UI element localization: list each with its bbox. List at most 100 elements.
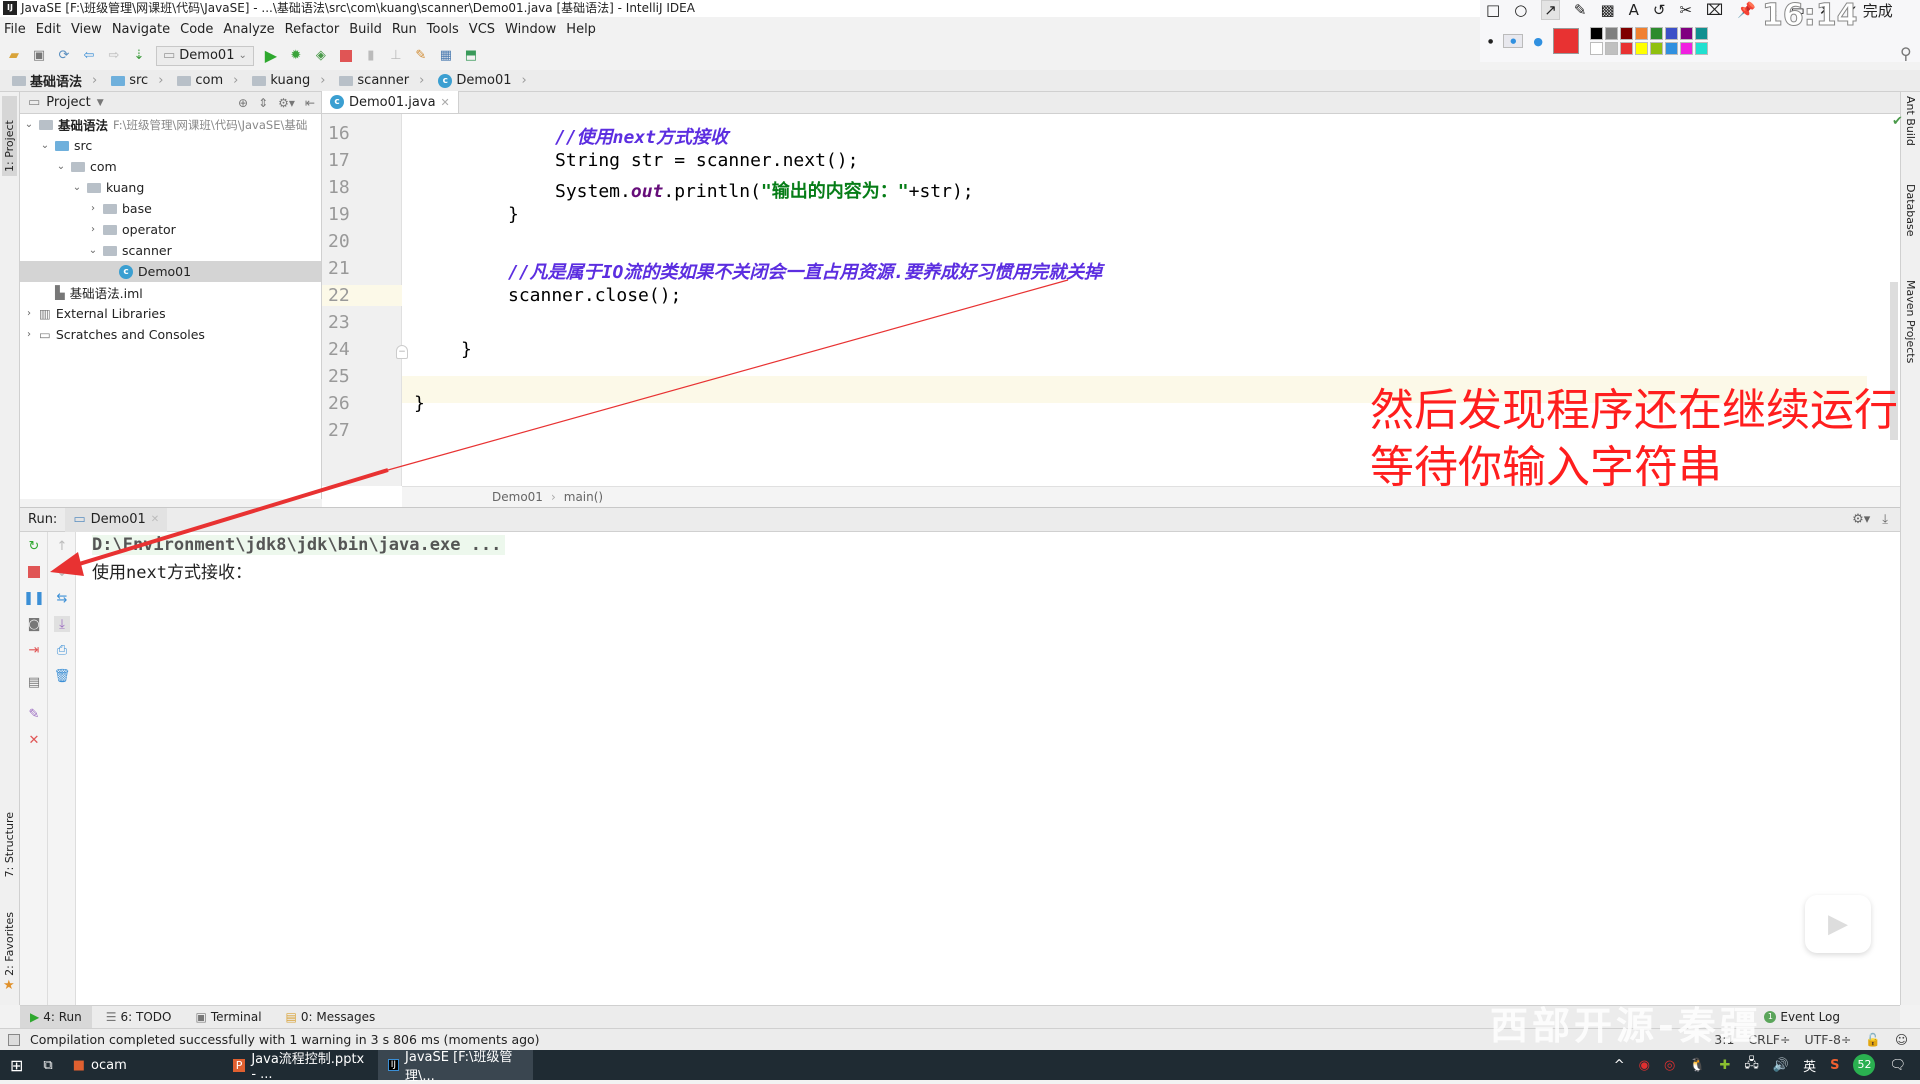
color-swatch[interactable] <box>1634 27 1648 40</box>
arrow-tool-icon[interactable]: ↗ <box>1541 0 1560 20</box>
dropdown-icon[interactable]: ▼ <box>97 98 104 108</box>
cut-icon[interactable]: ✂ <box>1679 1 1692 19</box>
menu-view[interactable]: View <box>71 22 102 37</box>
crumb-kuang[interactable]: kuang <box>248 73 333 88</box>
taskbar-item-intellij[interactable]: IJ JavaSE [F:\班级管理\... <box>377 1050 533 1084</box>
stop-process-icon[interactable] <box>26 564 42 580</box>
encoding-select[interactable]: UTF-8÷ <box>1804 1032 1851 1048</box>
update-icon[interactable]: ⬒ <box>463 48 479 64</box>
line-number[interactable]: 22 <box>322 285 402 306</box>
search-everywhere-icon[interactable]: ⚲ <box>1900 44 1912 63</box>
back-icon[interactable]: ⇦ <box>81 48 97 64</box>
menu-code[interactable]: Code <box>180 22 213 37</box>
text-tool-icon[interactable]: A <box>1629 1 1639 19</box>
gear-icon[interactable]: ⚙▾ <box>278 96 295 110</box>
menu-analyze[interactable]: Analyze <box>223 22 274 37</box>
side-tab-ant-build[interactable]: Ant Build <box>1904 96 1917 146</box>
size-medium-icon[interactable]: ● <box>1503 34 1524 48</box>
netease-music-icon[interactable]: ◉ <box>1639 1058 1650 1073</box>
structure-icon[interactable]: ⊥ <box>388 48 404 64</box>
size-large-icon[interactable]: ● <box>1533 35 1543 48</box>
hide-run-panel-icon[interactable]: ⤓ <box>1882 512 1888 527</box>
tree-item[interactable]: ⌄ com <box>20 156 321 177</box>
undo-icon[interactable]: ↺ <box>1653 1 1666 19</box>
color-swatch[interactable] <box>1619 42 1633 55</box>
video-player-icon[interactable]: ▶ <box>1805 895 1871 953</box>
color-swatch[interactable] <box>1649 42 1663 55</box>
tray-badge[interactable]: 52 <box>1853 1054 1876 1076</box>
line-number[interactable]: 17 <box>328 150 350 171</box>
color-swatch[interactable] <box>1664 27 1678 40</box>
color-swatch[interactable] <box>1634 42 1648 55</box>
menu-refactor[interactable]: Refactor <box>285 22 340 37</box>
code-line-16[interactable]: //使用next方式接收 <box>555 123 728 149</box>
qq-icon[interactable]: 🐧 <box>1689 1058 1705 1073</box>
clear-all-icon[interactable]: 🗑 <box>54 668 71 684</box>
chevron-down-icon[interactable]: ⌄ <box>40 140 50 151</box>
fold-marker-icon[interactable]: − <box>396 345 408 359</box>
line-number[interactable]: 27 <box>328 420 350 441</box>
bottom-tab-todo[interactable]: ☰ 6: TODO <box>96 1006 182 1029</box>
color-swatch[interactable] <box>1694 27 1708 40</box>
tree-item[interactable]: c Demo01 <box>20 261 321 282</box>
chevron-right-icon[interactable]: › <box>88 224 98 235</box>
record-icon[interactable]: ◎ <box>1664 1058 1675 1073</box>
soft-wrap-icon[interactable]: ⇆ <box>54 590 70 606</box>
crumb-method[interactable]: main() <box>564 490 603 504</box>
scroll-up-icon[interactable]: ↑ <box>54 538 70 554</box>
menu-run[interactable]: Run <box>392 22 417 37</box>
color-swatch[interactable] <box>1619 27 1633 40</box>
color-swatch[interactable] <box>1679 27 1693 40</box>
selected-color-swatch[interactable] <box>1552 28 1579 54</box>
crumb-class[interactable]: Demo01 <box>492 490 543 504</box>
build-icon[interactable]: ⇣ <box>131 48 147 64</box>
line-number[interactable]: 25 <box>328 366 350 387</box>
code-line-18[interactable]: System.out.println("输出的内容为："+str); <box>555 177 974 203</box>
task-view-icon[interactable]: ⧉ <box>33 1050 62 1080</box>
status-toggle-icon[interactable] <box>8 1033 20 1046</box>
close-icon[interactable]: ✕ <box>26 732 42 748</box>
collapse-all-icon[interactable]: ⇕ <box>258 96 268 110</box>
locate-icon[interactable]: ⊕ <box>238 96 248 110</box>
event-log-button[interactable]: 1 Event Log <box>1754 1006 1850 1029</box>
taskbar-item-ocam[interactable]: ■ ocam <box>63 1050 223 1080</box>
sdk-icon[interactable]: ▮ <box>363 48 379 64</box>
debug-icon[interactable]: ✹ <box>288 48 304 64</box>
side-tab-database[interactable]: Database <box>1904 184 1917 237</box>
chevron-right-icon[interactable]: › <box>24 308 34 319</box>
taskbar-item-pptx[interactable]: P Java流程控制.pptx - ... <box>223 1050 378 1082</box>
security-icon[interactable]: ✚ <box>1720 1058 1731 1073</box>
line-number[interactable]: 19 <box>328 204 350 225</box>
menu-window[interactable]: Window <box>505 22 556 37</box>
run-config-select[interactable]: ▭ Demo01 ⌄ <box>156 45 254 66</box>
side-tab-favorites[interactable]: 2: Favorites <box>3 912 16 976</box>
menu-tools[interactable]: Tools <box>427 22 459 37</box>
run-tab-demo01[interactable]: ▭ Demo01 ✕ <box>65 507 168 532</box>
color-swatch[interactable] <box>1589 42 1603 55</box>
tree-item[interactable]: ⌄ kuang <box>20 177 321 198</box>
read-only-lock-icon[interactable]: 🔓 <box>1865 1032 1881 1048</box>
ocr-icon[interactable]: ⌧ <box>1706 1 1723 19</box>
sync-icon[interactable]: ⟳ <box>56 48 72 64</box>
menu-vcs[interactable]: VCS <box>469 22 495 37</box>
rectangle-tool-icon[interactable]: □ <box>1486 1 1500 19</box>
coverage-icon[interactable]: ◈ <box>313 48 329 64</box>
run-settings-gear-icon[interactable]: ⚙▾ <box>1852 512 1870 527</box>
chevron-down-icon[interactable]: ⌄ <box>56 161 66 172</box>
side-tab-maven[interactable]: Maven Projects <box>1904 280 1917 363</box>
line-number[interactable]: 24 <box>328 339 350 360</box>
notifications-icon[interactable]: 🗨 <box>1889 1058 1906 1073</box>
side-tab-structure[interactable]: 7: Structure <box>3 812 16 877</box>
restore-layout-icon[interactable]: ▤ <box>26 674 42 690</box>
open-icon[interactable]: ▰ <box>6 48 22 64</box>
code-line-24[interactable]: } <box>461 339 472 360</box>
code-line-19[interactable]: } <box>508 204 519 225</box>
close-run-tab-icon[interactable]: ✕ <box>151 514 159 525</box>
volume-icon[interactable]: 🔊 <box>1773 1058 1789 1073</box>
tree-item[interactable]: ▙ 基础语法.iml <box>20 282 321 303</box>
code-line-21[interactable]: //凡是属于IO流的类如果不关闭会一直占用资源.要养成好习惯用完就关掉 <box>508 258 1102 284</box>
forward-icon[interactable]: ⇨ <box>106 48 122 64</box>
crumb-demo01[interactable]: c Demo01 <box>434 73 534 88</box>
bottom-tab-run[interactable]: ▶ 4: Run <box>20 1005 92 1029</box>
color-swatch[interactable] <box>1589 27 1603 40</box>
